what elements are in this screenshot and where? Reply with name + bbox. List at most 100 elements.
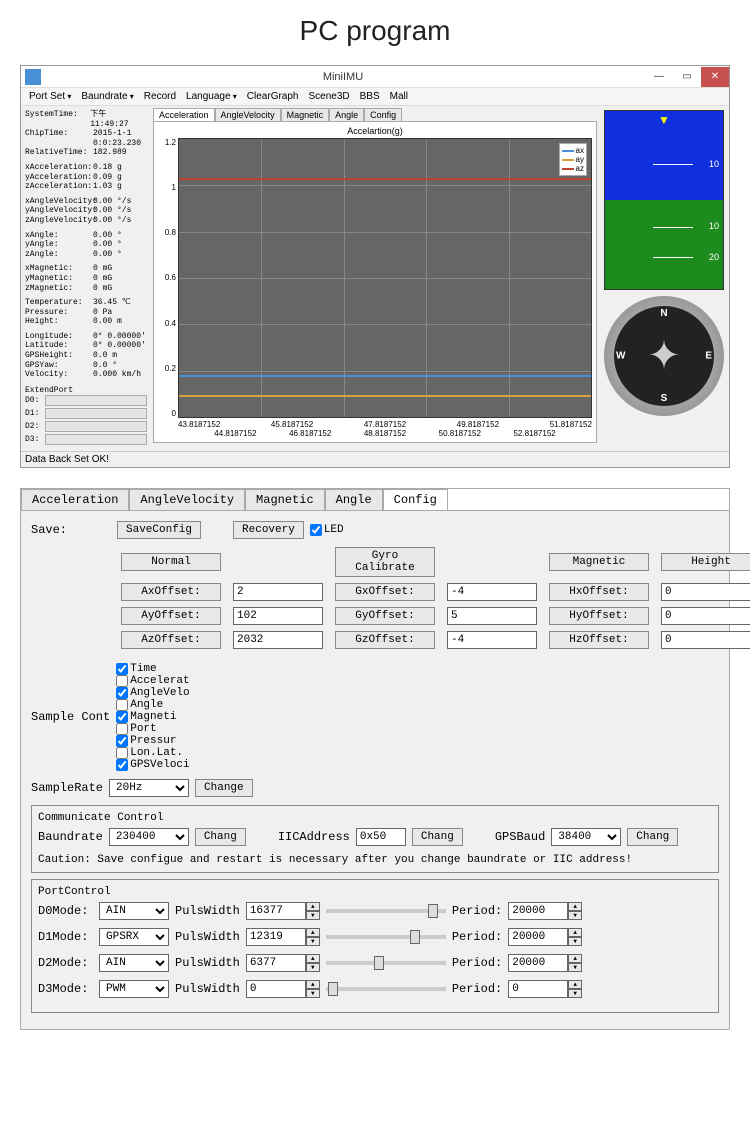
tab-angle[interactable]: Angle (329, 108, 364, 121)
baundrate-select[interactable]: 230400 (109, 828, 189, 846)
led-checkbox[interactable] (310, 524, 322, 536)
sample-check-angle[interactable] (116, 699, 128, 711)
hxoffset-input[interactable] (661, 583, 750, 601)
d0-pulswidth-input[interactable] (246, 902, 306, 920)
sample-check-accelerat[interactable] (116, 675, 128, 687)
sample-check-magneti[interactable] (116, 711, 128, 723)
sample-check-lon.lat.[interactable] (116, 747, 128, 759)
d3-pw-down[interactable]: ▼ (306, 989, 320, 998)
change-button[interactable]: Change (195, 779, 253, 797)
z-mag-label: zMagnetic: (25, 284, 93, 294)
d1mode-select[interactable]: GPSRX (99, 928, 169, 946)
cfg-tab-acceleration[interactable]: Acceleration (21, 489, 129, 510)
tab-magnetic[interactable]: Magnetic (281, 108, 330, 121)
gyro-calibrate-button[interactable]: Gyro Calibrate (335, 547, 435, 577)
normal-button[interactable]: Normal (121, 553, 221, 571)
z-acc-value: 1.03 g (93, 182, 122, 192)
tab-config[interactable]: Config (364, 108, 402, 121)
sample-check-pressur[interactable] (116, 735, 128, 747)
azoffset-input[interactable] (233, 631, 323, 649)
gpsbaud-change-button[interactable]: Chang (627, 828, 678, 846)
baundrate-change-button[interactable]: Chang (195, 828, 246, 846)
d3-slider[interactable] (326, 987, 446, 991)
d3-period-input[interactable] (508, 980, 568, 998)
menu-mall[interactable]: Mall (386, 91, 412, 102)
cfg-tab-config[interactable]: Config (383, 489, 448, 510)
comm-control-title: Communicate Control (38, 812, 712, 824)
d1-period-input[interactable] (508, 928, 568, 946)
d2mode-select[interactable]: AIN (99, 954, 169, 972)
gpsyaw-value: 0.0 ° (93, 361, 117, 371)
menu-bbs[interactable]: BBS (356, 91, 384, 102)
hyoffset-input[interactable] (661, 607, 750, 625)
gyoffset-input[interactable] (447, 607, 537, 625)
axoffset-input[interactable] (233, 583, 323, 601)
tab-anglevelocity[interactable]: AngleVelocity (215, 108, 281, 121)
d3mode-select[interactable]: PWM (99, 980, 169, 998)
cfg-tab-angle[interactable]: Angle (325, 489, 383, 510)
d2-period-input[interactable] (508, 954, 568, 972)
d0-pw-up[interactable]: ▲ (306, 902, 320, 911)
x-axis-bottom-row: 44.818715246.818715248.818715250.8187152… (198, 429, 572, 438)
d0-period-input[interactable] (508, 902, 568, 920)
d0-period-up[interactable]: ▲ (568, 902, 582, 911)
maximize-button[interactable]: ▭ (673, 67, 701, 87)
iic-input[interactable] (356, 828, 406, 846)
d3-period-up[interactable]: ▲ (568, 980, 582, 989)
menu-scene3d[interactable]: Scene3D (305, 91, 354, 102)
cfg-tab-magnetic[interactable]: Magnetic (245, 489, 325, 510)
sample-check-gpsveloci[interactable] (116, 759, 128, 771)
d3-pw-up[interactable]: ▲ (306, 980, 320, 989)
recovery-button[interactable]: Recovery (233, 521, 304, 539)
d0-period-down[interactable]: ▼ (568, 911, 582, 920)
sample-cont-label: Sample Cont (31, 710, 110, 724)
menu-baundrate[interactable]: Baundrate (77, 91, 137, 102)
d0-pw-down[interactable]: ▼ (306, 911, 320, 920)
d2-period-up[interactable]: ▲ (568, 954, 582, 963)
d1-pulswidth-input[interactable] (246, 928, 306, 946)
d1-pw-up[interactable]: ▲ (306, 928, 320, 937)
tab-acceleration[interactable]: Acceleration (153, 108, 215, 121)
height-button[interactable]: Height (661, 553, 750, 571)
d0mode-select[interactable]: AIN (99, 902, 169, 920)
sample-check-port[interactable] (116, 723, 128, 735)
gxoffset-input[interactable] (447, 583, 537, 601)
y-acc-value: 0.09 g (93, 173, 122, 183)
d2-pulswidth-input[interactable] (246, 954, 306, 972)
sample-check-time[interactable] (116, 663, 128, 675)
lat-label: Latitude: (25, 341, 93, 351)
sample-check-anglevelo[interactable] (116, 687, 128, 699)
d1-period-down[interactable]: ▼ (568, 937, 582, 946)
gzoffset-input[interactable] (447, 631, 537, 649)
sample-rate-select[interactable]: 20Hz (109, 779, 189, 797)
d1-pw-down[interactable]: ▼ (306, 937, 320, 946)
d0-slider[interactable] (326, 909, 446, 913)
hzoffset-input[interactable] (661, 631, 750, 649)
close-button[interactable]: ✕ (701, 67, 729, 87)
d2-pw-down[interactable]: ▼ (306, 963, 320, 972)
sample-check-label: GPSVeloci (130, 759, 189, 771)
z-av-label: zAngleVelocity: (25, 216, 93, 226)
ayoffset-input[interactable] (233, 607, 323, 625)
d2-slider[interactable] (326, 961, 446, 965)
d2-pw-up[interactable]: ▲ (306, 954, 320, 963)
d1-period-up[interactable]: ▲ (568, 928, 582, 937)
menu-port-set[interactable]: Port Set (25, 91, 75, 102)
save-config-button[interactable]: SaveConfig (117, 521, 201, 539)
gyoffset-label: GyOffset: (335, 607, 435, 625)
d3-period-down[interactable]: ▼ (568, 989, 582, 998)
d0-value (45, 395, 147, 406)
cfg-tab-anglevelocity[interactable]: AngleVelocity (129, 489, 245, 510)
menu-cleargraph[interactable]: ClearGraph (243, 91, 303, 102)
plot-area: ax ay az (178, 138, 592, 418)
d2-period-down[interactable]: ▼ (568, 963, 582, 972)
magnetic-button[interactable]: Magnetic (549, 553, 649, 571)
x-ang-value: 0.00 ° (93, 231, 122, 241)
menu-language[interactable]: Language (182, 91, 241, 102)
d3-pulswidth-input[interactable] (246, 980, 306, 998)
iic-change-button[interactable]: Chang (412, 828, 463, 846)
d1-slider[interactable] (326, 935, 446, 939)
minimize-button[interactable]: — (645, 67, 673, 87)
menu-record[interactable]: Record (140, 91, 180, 102)
gpsbaud-select[interactable]: 38400 (551, 828, 621, 846)
